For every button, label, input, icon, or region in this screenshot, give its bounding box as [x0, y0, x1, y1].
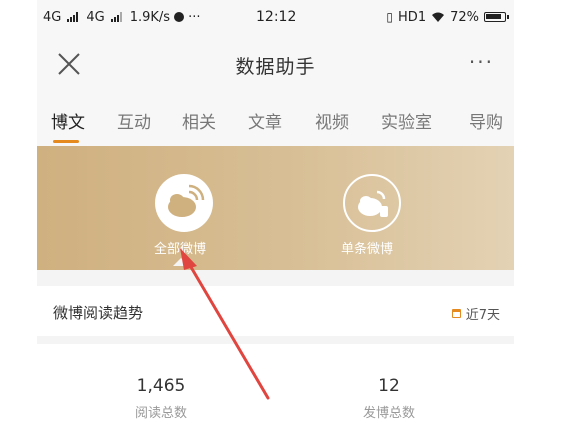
- tab-videos[interactable]: 视频: [315, 108, 349, 133]
- tab-articles[interactable]: 文章: [248, 108, 282, 133]
- weibo-icon: [168, 184, 205, 217]
- tab-shopping[interactable]: 导购: [469, 108, 503, 133]
- status-bar: 4G 4G 1.9K/s ··· 12:12 ▯ HD1 72%: [37, 0, 514, 34]
- tab-lab[interactable]: 实验室: [381, 108, 432, 133]
- date-range-label: 近7天: [465, 308, 500, 323]
- active-tab-indicator: [53, 140, 79, 143]
- tab-related[interactable]: 相关: [182, 108, 216, 133]
- tab-bar: 博文 互动 相关 文章 视频 实验室 导购: [37, 94, 514, 146]
- calendar-icon: [451, 309, 461, 318]
- vibrate-icon: ▯: [386, 10, 394, 24]
- page-title: 数据助手: [235, 56, 316, 78]
- trend-section-header: 微博阅读趋势 近7天: [37, 286, 514, 336]
- battery-icon: [484, 12, 509, 22]
- signal-icon: [67, 12, 79, 22]
- app-icon: [174, 12, 185, 22]
- tab-interaction[interactable]: 互动: [117, 108, 151, 133]
- more-menu-button[interactable]: ···: [469, 50, 494, 74]
- total-posts-value: 12: [378, 376, 400, 396]
- tab-posts[interactable]: 博文: [51, 108, 85, 133]
- carrier-1: 4G: [43, 9, 62, 25]
- more-notifications: ···: [188, 9, 201, 25]
- nav-header: 数据助手 ···: [37, 34, 514, 94]
- selection-pointer: [173, 258, 189, 266]
- total-reads-value: 1,465: [136, 376, 186, 396]
- battery-percent: 72%: [450, 9, 479, 25]
- total-reads-label: 阅读总数: [134, 406, 187, 421]
- single-weibo-label[interactable]: 单条微博: [341, 238, 393, 257]
- weibo-type-banner: 全部微博 单条微博: [37, 146, 514, 270]
- carrier-2: 4G: [86, 9, 105, 25]
- weibo-single-icon: [358, 190, 388, 217]
- all-weibo-label[interactable]: 全部微博: [154, 238, 206, 257]
- date-range-selector[interactable]: 近7天: [451, 304, 500, 323]
- phone-screen: 4G 4G 1.9K/s ··· 12:12 ▯ HD1 72% 数据助手 ··…: [37, 0, 514, 424]
- all-weibo-button[interactable]: [155, 174, 213, 232]
- network-speed: 1.9K/s: [129, 9, 171, 25]
- clock: 12:12: [256, 9, 297, 25]
- total-posts-label: 发博总数: [362, 406, 415, 421]
- wifi-icon: [432, 12, 445, 22]
- single-weibo-button[interactable]: [343, 174, 401, 232]
- hd-indicator: HD1: [398, 9, 427, 25]
- stats-panel: 1,465 阅读总数 12 发博总数: [37, 344, 514, 424]
- section-title: 微博阅读趋势: [53, 304, 144, 322]
- signal-icon-2: [110, 12, 122, 22]
